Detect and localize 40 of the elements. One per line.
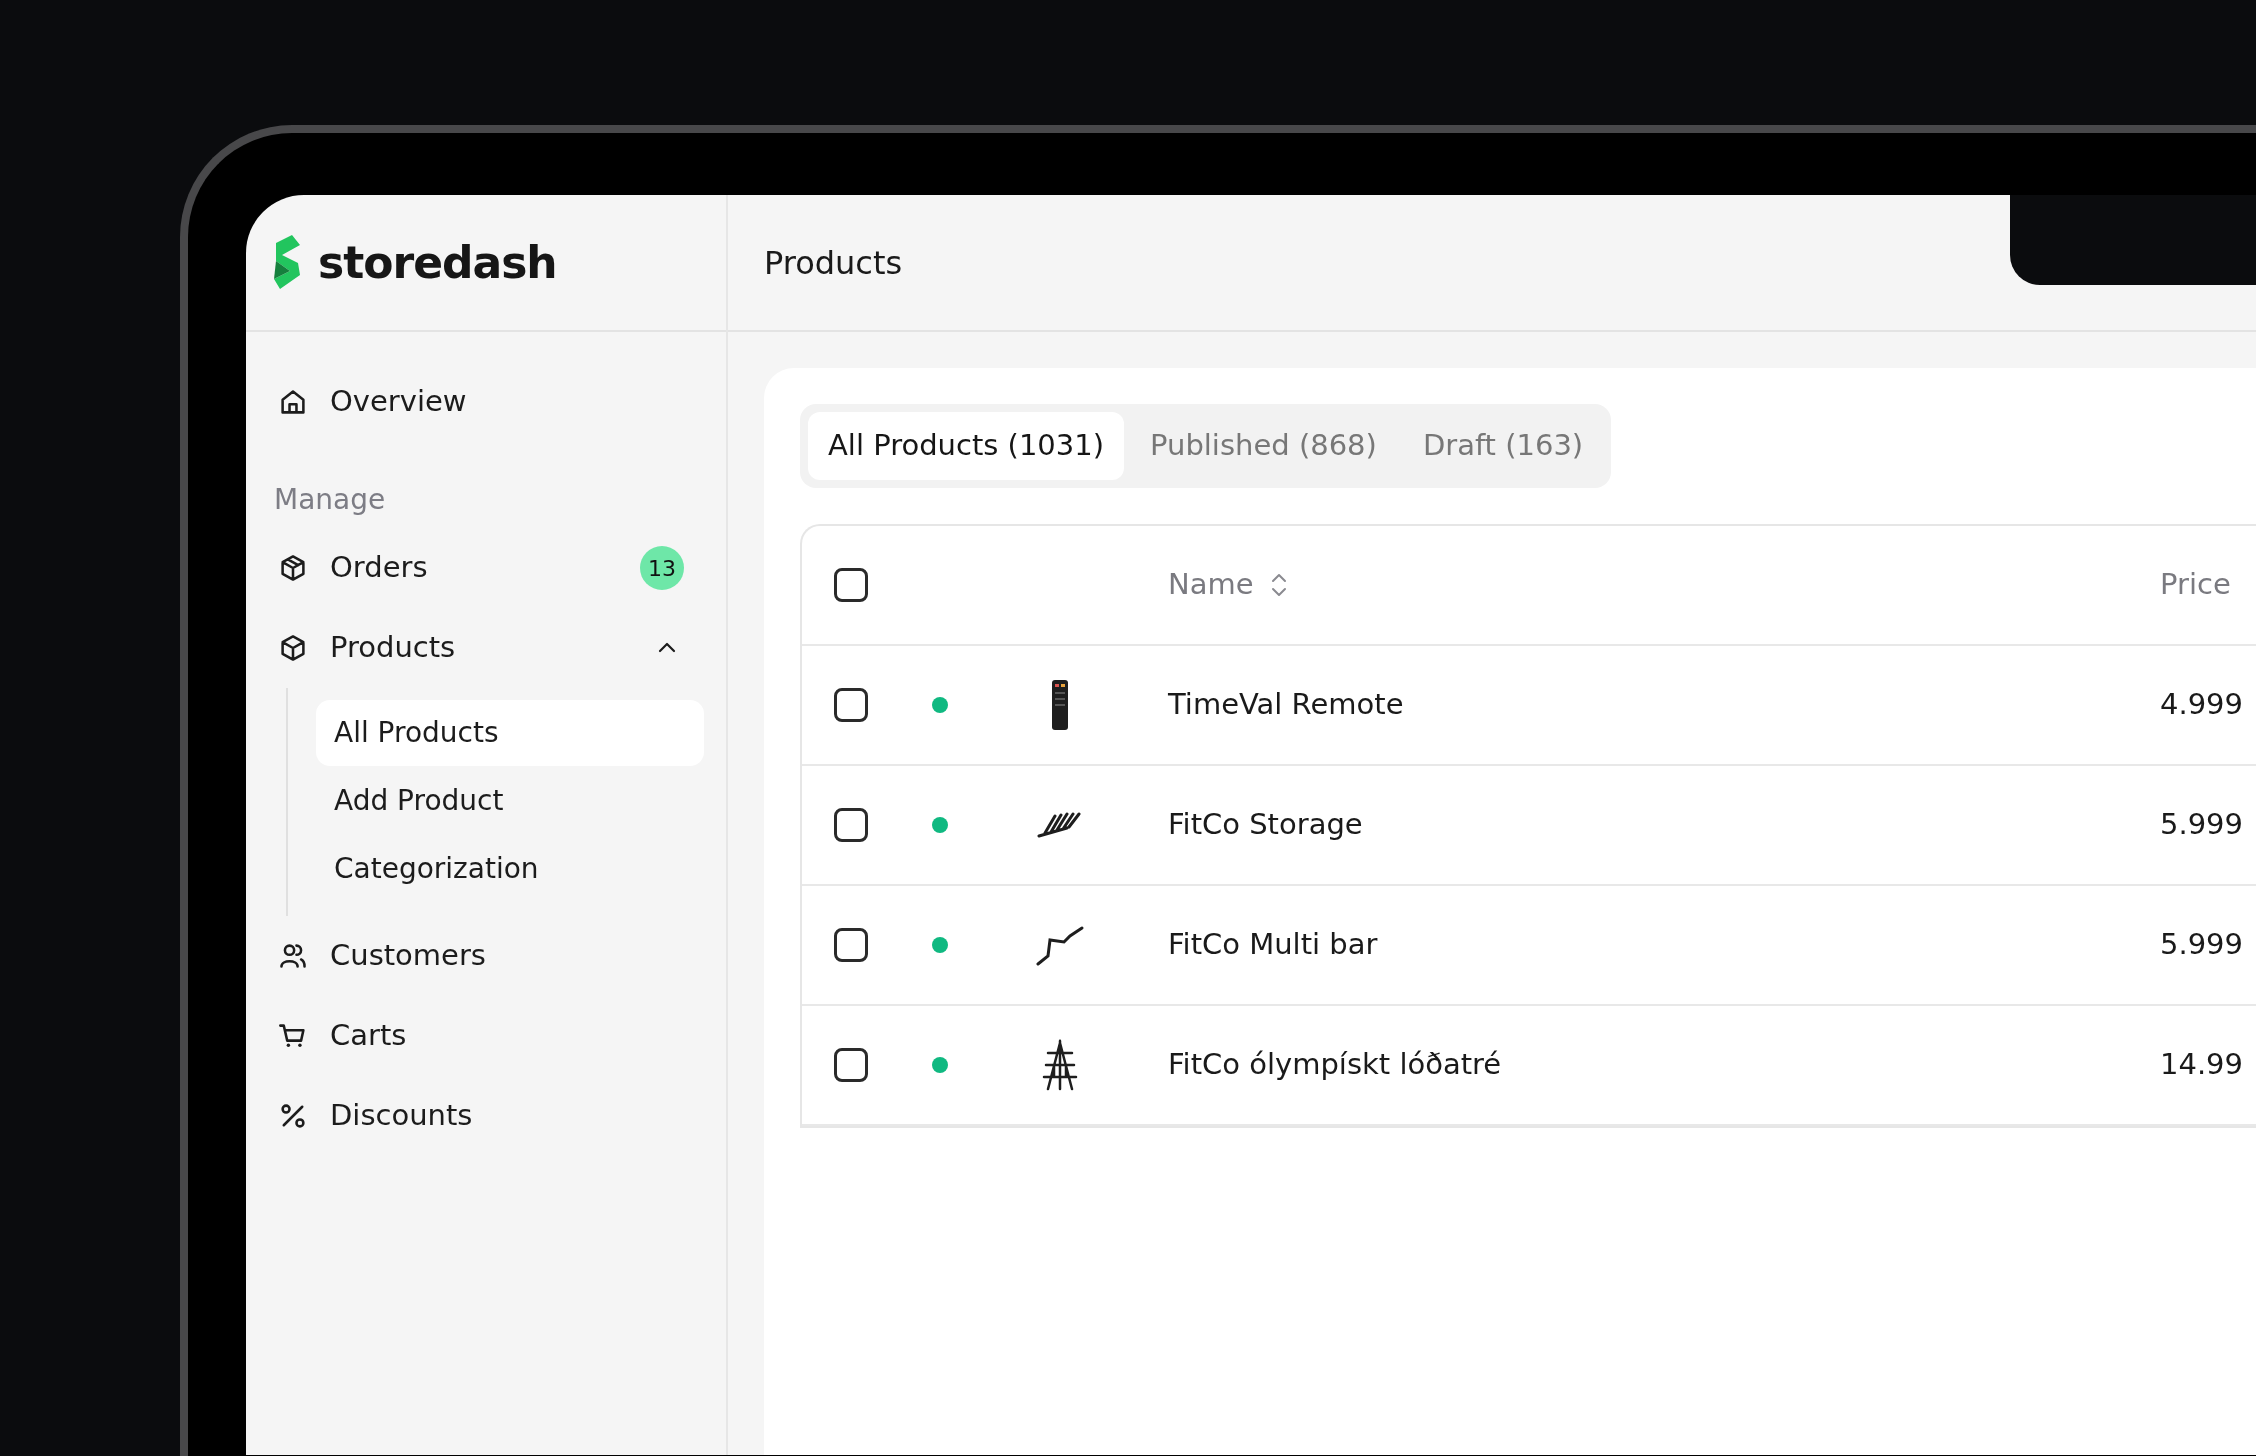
product-price: 4.999: [2160, 685, 2245, 723]
submenu-item[interactable]: Add Product: [316, 768, 704, 834]
product-name: FitCo Multi bar: [1167, 925, 1379, 963]
product-price: 5.999: [2160, 805, 2245, 843]
product-name: TimeVal Remote: [1167, 685, 1405, 723]
checkbox[interactable]: [834, 807, 868, 842]
brand-name: storedash: [318, 235, 557, 290]
submenu-item[interactable]: Categorization: [316, 836, 704, 902]
checkbox[interactable]: [834, 567, 868, 602]
tab[interactable]: All Products (1031): [808, 412, 1125, 480]
submenu-item[interactable]: All Products: [316, 700, 704, 766]
tab[interactable]: Draft (163): [1402, 412, 1604, 480]
column-header: Price: [2160, 565, 2232, 603]
checkbox[interactable]: [834, 927, 868, 962]
product-name: FitCo ólympískt lóðatré: [1167, 1045, 1503, 1083]
home-icon: [278, 387, 308, 417]
sidebar-item[interactable]: Discounts: [274, 1076, 704, 1156]
sidebar-item[interactable]: Overview: [274, 362, 704, 442]
remote-drawing: [1050, 679, 1070, 730]
sidebar-item[interactable]: Products: [274, 608, 704, 688]
count-badge: 13: [640, 546, 684, 590]
section-heading: Manage: [274, 482, 387, 518]
users-icon: [278, 941, 308, 971]
page-title: Products: [764, 242, 903, 284]
box-icon: [278, 553, 308, 583]
sidebar-item[interactable]: Carts: [274, 996, 704, 1076]
product-name: FitCo Storage: [1167, 805, 1364, 843]
percent-icon: [278, 1101, 308, 1131]
product-price: 14.99: [2160, 1045, 2245, 1083]
checkbox[interactable]: [834, 1047, 868, 1082]
column-header[interactable]: Name: [1168, 562, 1254, 607]
product-price: 5.999: [2160, 925, 2245, 963]
box-icon: [278, 633, 308, 663]
tab[interactable]: Published (868): [1130, 412, 1397, 480]
tree-stand-drawing: [1040, 1038, 1080, 1091]
sidebar-item[interactable]: Orders 13: [274, 528, 704, 608]
sort-icon[interactable]: [1269, 571, 1288, 598]
rack-drawing: [1037, 811, 1083, 838]
checkbox[interactable]: [834, 687, 868, 722]
sidebar-item[interactable]: Customers: [274, 916, 704, 996]
